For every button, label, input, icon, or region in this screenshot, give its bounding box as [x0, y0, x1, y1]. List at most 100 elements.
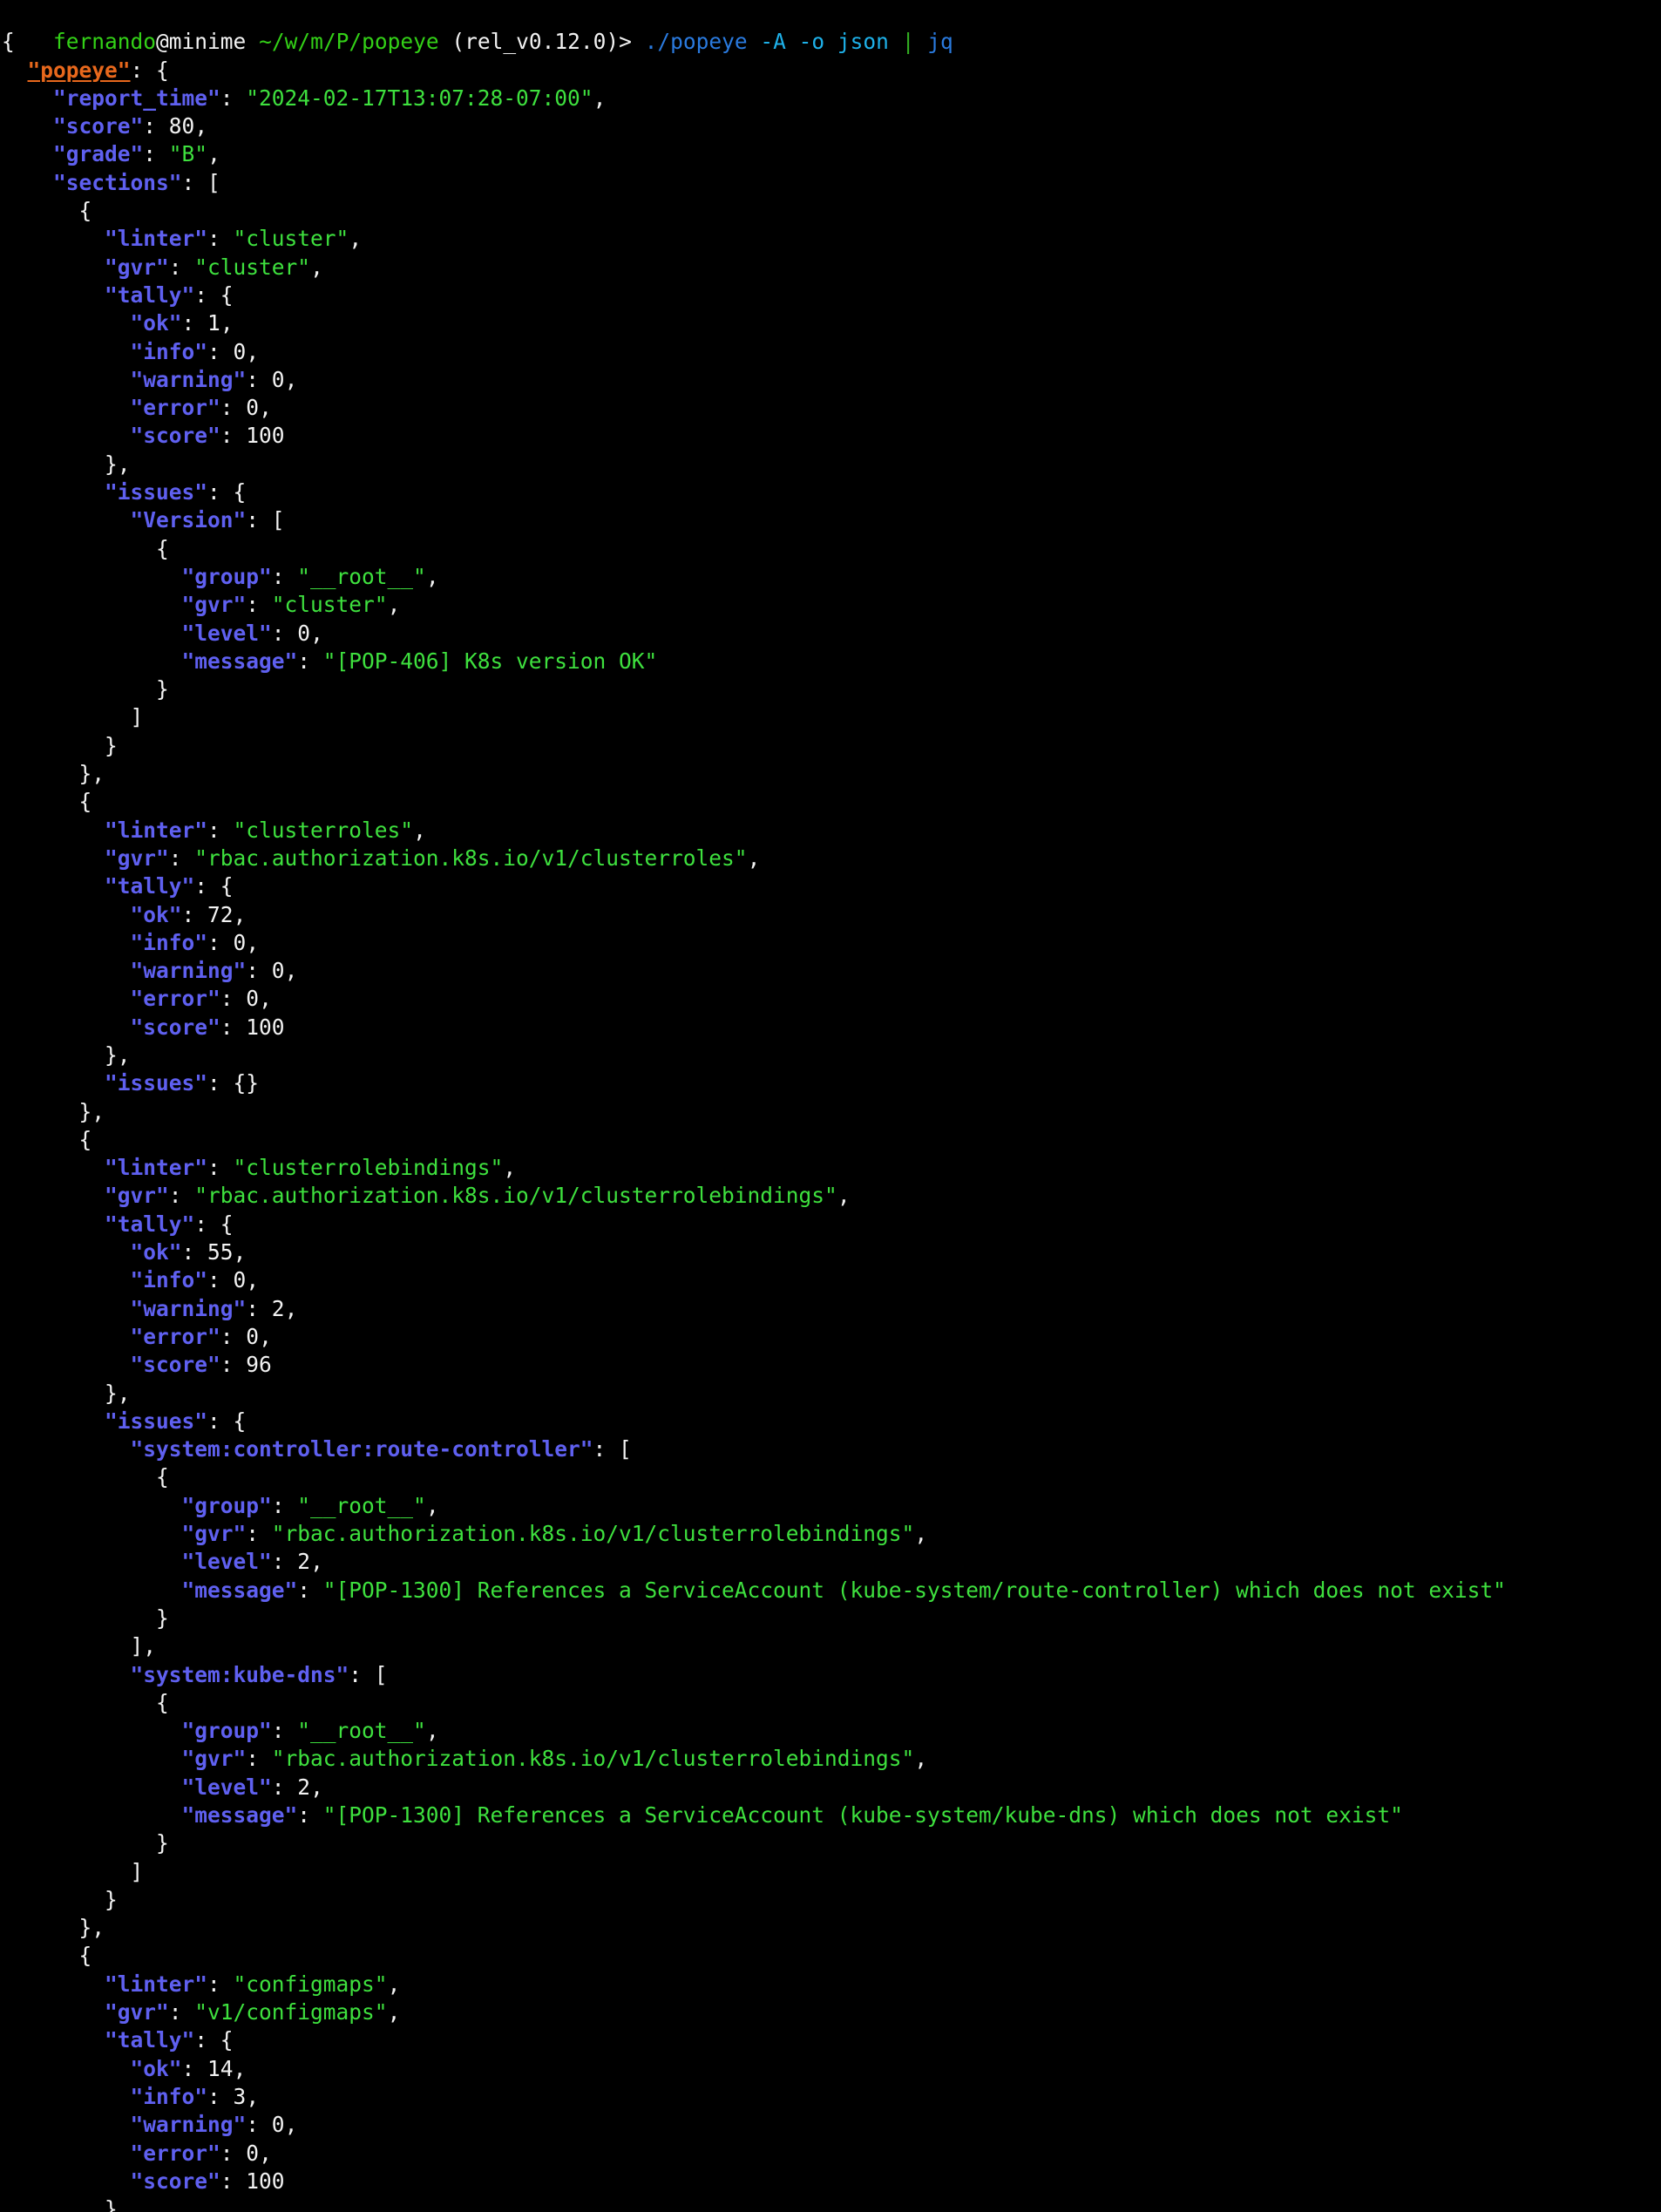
command-flags: -A -o json [760, 29, 889, 55]
json-line: "grade": "B", [0, 140, 1661, 168]
prompt-user: fernando [53, 29, 157, 55]
json-token-punct: , [259, 395, 272, 421]
json-line: "popeye": { [0, 57, 1661, 85]
json-token-punct: }, [78, 1098, 105, 1124]
json-token-punct: : [143, 113, 169, 139]
json-token-num: 0 [271, 958, 285, 984]
json-token-key: "group" [181, 1718, 272, 1744]
json-token-str: "rbac.authorization.k8s.io/v1/clusterrol… [194, 845, 748, 871]
json-token-punct: : [246, 1521, 272, 1547]
json-token-key: "info" [130, 929, 208, 955]
json-token-punct: , [284, 1295, 298, 1321]
json-token-punct: , [310, 1774, 323, 1800]
json-token-punct: , [246, 1267, 260, 1293]
json-token-punct: , [220, 310, 234, 336]
json-token-punct: : { [194, 2027, 234, 2053]
json-token-key: "message" [181, 648, 298, 674]
json-token-key: "issues" [105, 479, 208, 506]
json-token-key: "level" [181, 1549, 272, 1575]
json-token-num: 72 [207, 901, 234, 927]
json-token-key: "linter" [105, 817, 208, 843]
json-line: } [0, 1886, 1661, 1914]
json-token-key: "ok" [130, 901, 182, 927]
json-line: { [0, 535, 1661, 563]
json-token-punct: : [207, 817, 234, 843]
json-token-punct: : [207, 929, 234, 955]
json-token-str: "__root__" [297, 1492, 426, 1518]
json-token-num: 0 [297, 620, 311, 646]
json-token-punct: , [233, 2055, 247, 2081]
json-line: "warning": 2, [0, 1295, 1661, 1323]
json-line: ], [0, 1632, 1661, 1660]
json-token-punct: } [105, 1886, 118, 1912]
json-token-punct: : [220, 85, 247, 111]
json-line: }, [0, 1914, 1661, 1942]
json-token-punct: , [284, 366, 298, 392]
json-token-punct: : [181, 2055, 208, 2081]
json-line: "error": 0, [0, 394, 1661, 422]
json-line: "gvr": "rbac.authorization.k8s.io/v1/clu… [0, 1520, 1661, 1548]
json-token-punct: , [914, 1746, 928, 1772]
json-token-punct: { [156, 1464, 169, 1490]
json-token-num: 2 [297, 1774, 311, 1800]
json-token-key: "error" [130, 395, 220, 421]
json-token-punct: } [156, 1605, 169, 1631]
json-line: "error": 0, [0, 985, 1661, 1013]
json-token-punct: , [425, 563, 439, 589]
json-token-punct: : [246, 366, 272, 392]
json-token-str: "clusterroles" [233, 817, 414, 843]
json-token-punct: : [220, 1014, 247, 1040]
json-token-punct: : [271, 563, 298, 589]
json-line: "tally": { [0, 872, 1661, 900]
command-binary: ./popeye [644, 29, 748, 55]
json-token-key: "tally" [105, 282, 195, 308]
json-token-key: "ok" [130, 2055, 182, 2081]
json-line: "ok": 72, [0, 901, 1661, 929]
json-line: "sections": [ [0, 169, 1661, 197]
json-token-num: 1 [207, 310, 220, 336]
json-token-key: "report_time" [53, 85, 220, 111]
json-token-key: "system:controller:route-controller" [130, 1436, 593, 1462]
shell-prompt-line: fernando@minime ~/w/m/P/popeye (rel_v0.1… [0, 0, 1661, 54]
json-token-punct: : [220, 1323, 247, 1349]
json-line: { [0, 197, 1661, 225]
json-line: "level": 2, [0, 1774, 1661, 1801]
json-token-punct: : { [194, 873, 234, 899]
json-token-key: "tally" [105, 1211, 195, 1237]
json-token-punct: : [271, 1774, 298, 1800]
json-token-punct: , [425, 1492, 439, 1518]
json-token-punct: : [168, 1183, 195, 1209]
json-token-punct: ] [130, 1858, 144, 1884]
json-token-key: "message" [181, 1802, 298, 1828]
json-token-key: "gvr" [105, 1183, 169, 1209]
terminal-window[interactable]: fernando@minime ~/w/m/P/popeye (rel_v0.1… [0, 0, 1661, 2212]
json-line: { [0, 1463, 1661, 1491]
prompt-space-2 [439, 29, 452, 54]
json-token-punct: , [207, 141, 220, 167]
json-token-key: "level" [181, 620, 272, 646]
json-token-punct: { [156, 1689, 169, 1715]
json-token-punct: : [ [246, 507, 285, 533]
json-line: "score": 100 [0, 422, 1661, 450]
command-space-1 [748, 29, 761, 54]
